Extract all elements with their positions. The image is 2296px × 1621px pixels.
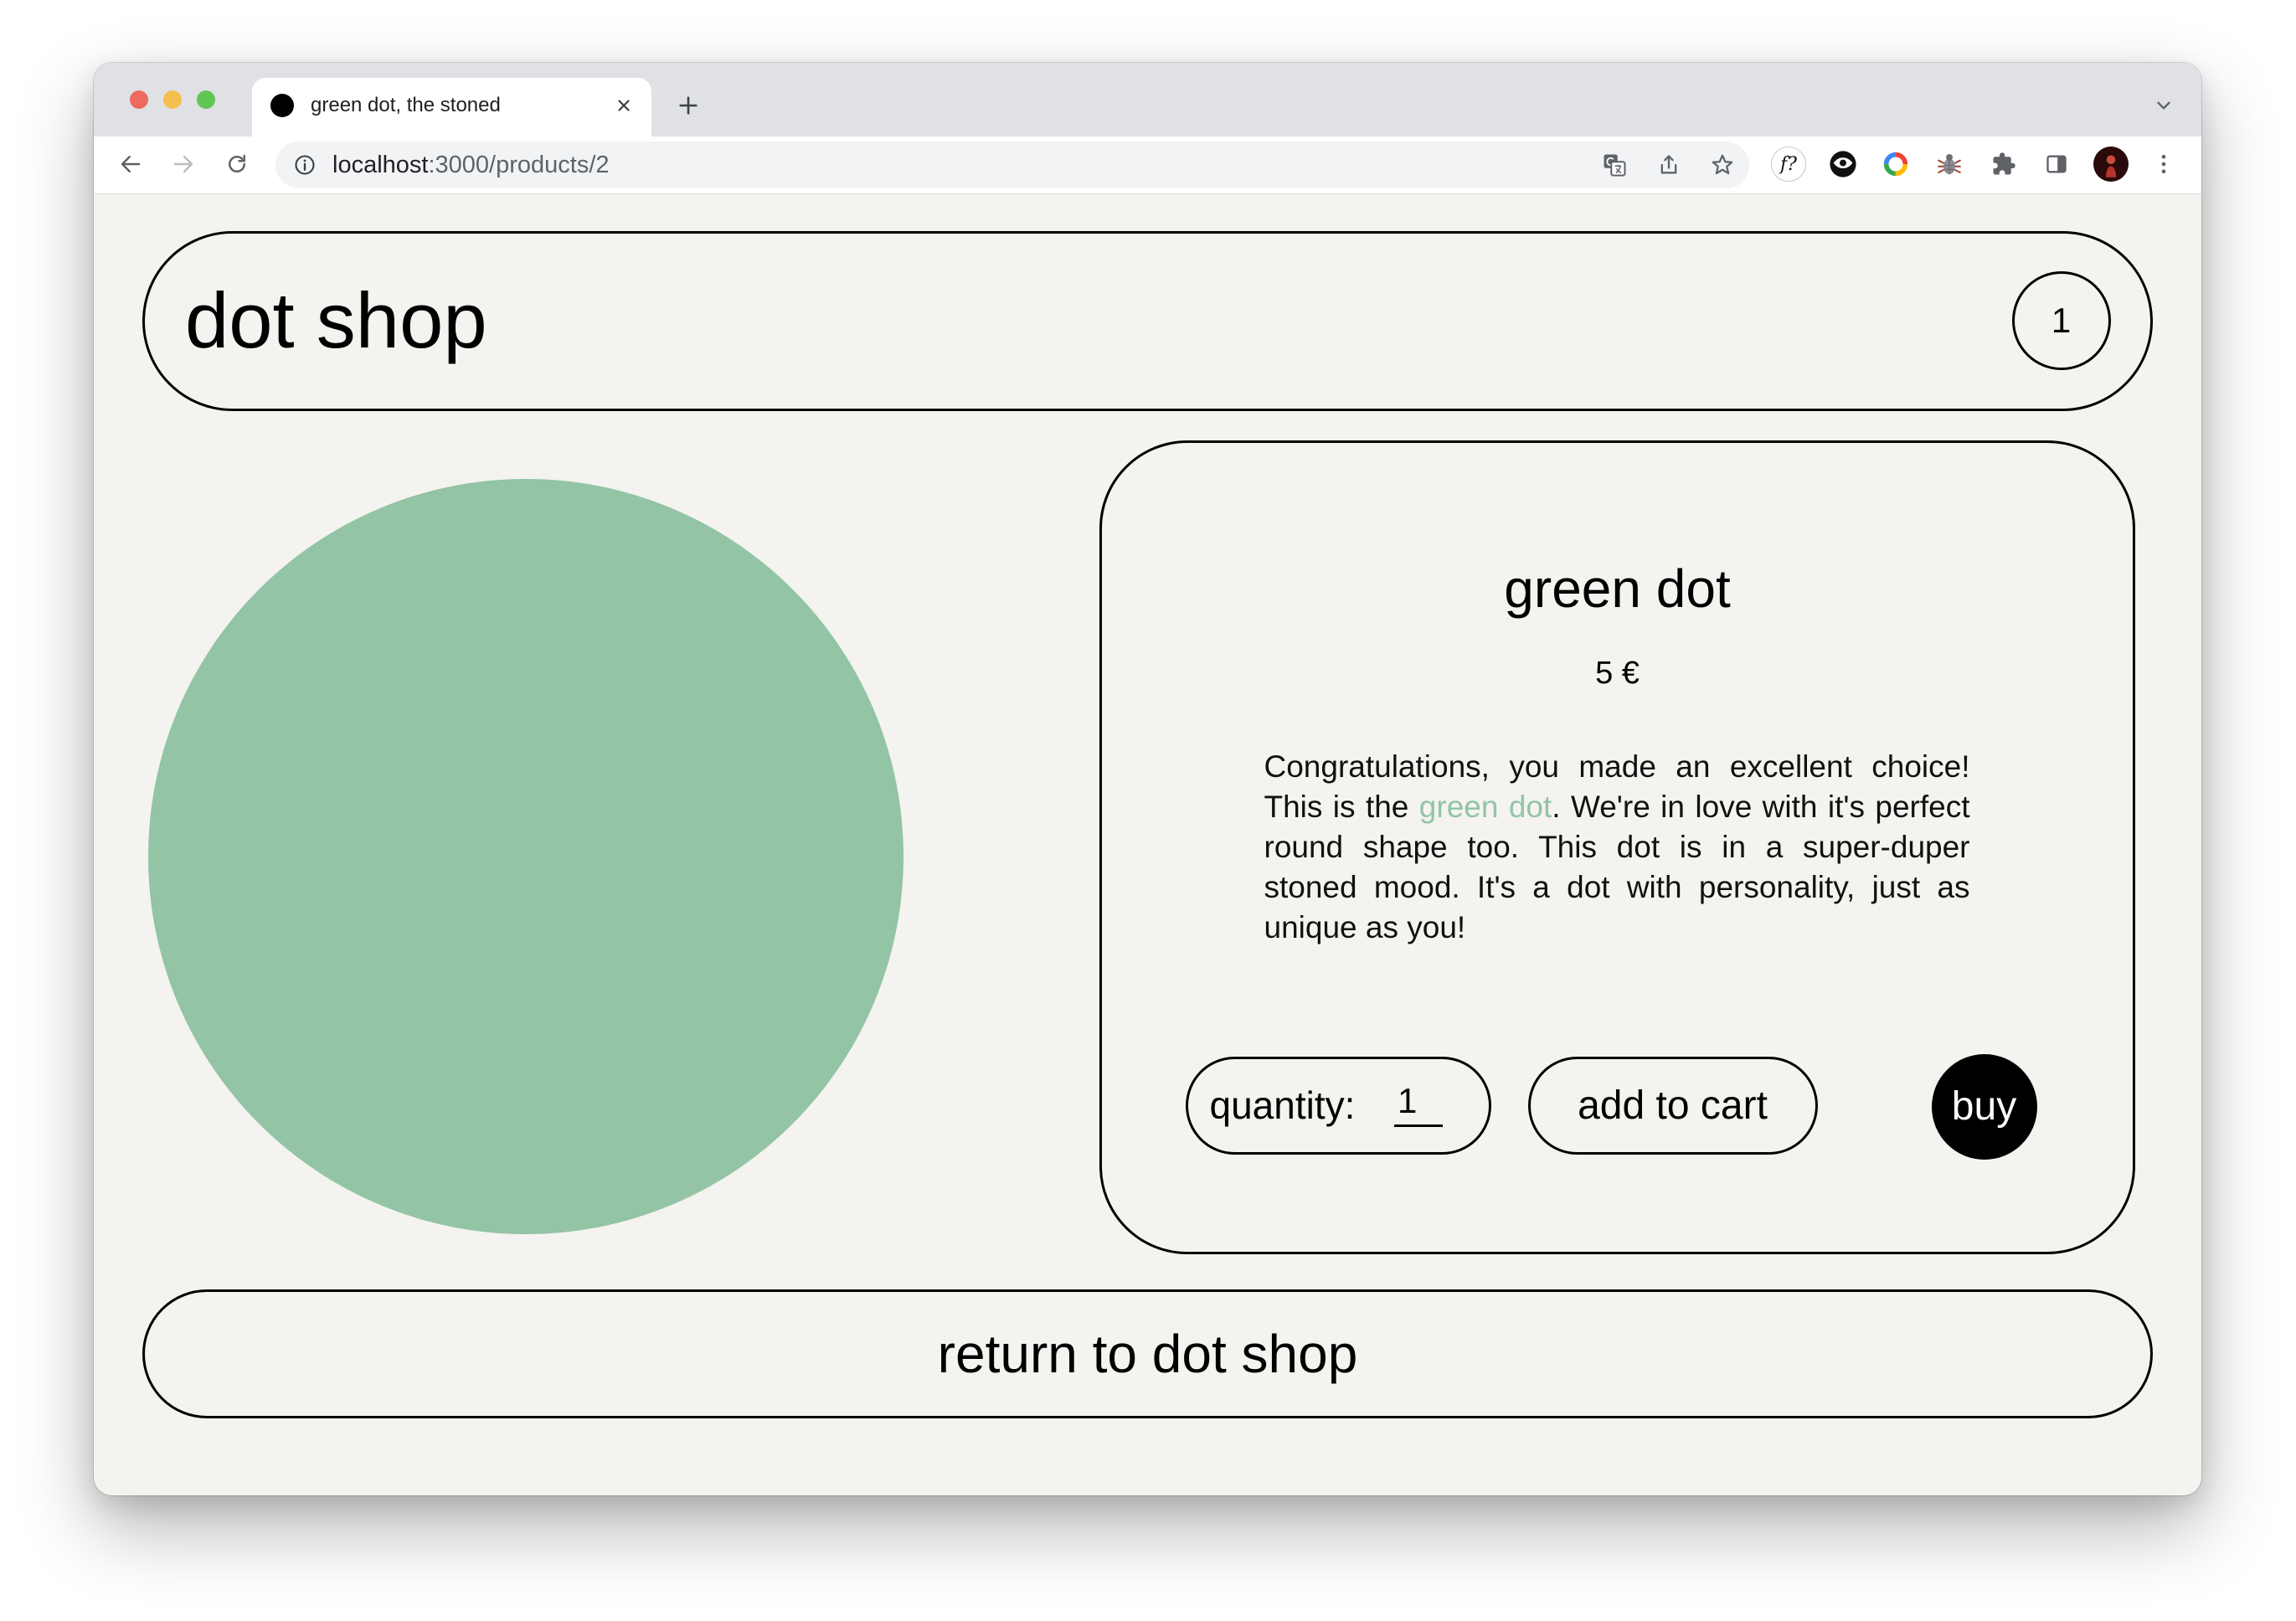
share-button[interactable]: [1655, 151, 1683, 179]
tab-search-button[interactable]: [2150, 92, 2177, 119]
profile-button[interactable]: [2093, 147, 2129, 182]
cart-button[interactable]: 1: [2011, 271, 2111, 370]
color-ring-icon: [1883, 152, 1908, 177]
browser-menu-button[interactable]: [2149, 150, 2178, 178]
description-highlight: green dot: [1418, 789, 1552, 824]
quantity-control: quantity:: [1185, 1056, 1491, 1155]
eye-icon: [1830, 151, 1856, 178]
window-close-button[interactable]: [130, 90, 148, 109]
site-header: dot shop 1: [142, 231, 2153, 411]
browser-window: green dot, the stoned localhost:3000/pro…: [94, 63, 2201, 1495]
translate-button[interactable]: [1600, 151, 1629, 179]
font-inspector-extension[interactable]: f?: [1771, 147, 1806, 182]
product-card: green dot 5 € Congratulations, you made …: [1099, 440, 2135, 1254]
font-inspector-icon: f?: [1780, 153, 1797, 175]
back-button[interactable]: [112, 146, 149, 183]
browser-toolbar: localhost:3000/products/2 f?: [94, 136, 2201, 194]
active-tab[interactable]: green dot, the stoned: [252, 78, 651, 136]
url-path: :3000/products/2: [428, 152, 610, 178]
product-image: [148, 479, 903, 1234]
eye-extension[interactable]: [1829, 150, 1857, 178]
side-panel-icon: [2046, 155, 2067, 173]
forward-button[interactable]: [165, 146, 202, 183]
buy-button[interactable]: buy: [1931, 1053, 2037, 1160]
add-to-cart-button[interactable]: add to cart: [1527, 1056, 1818, 1155]
page-content: dot shop 1 green dot 5 € Congratulations…: [94, 194, 2201, 1495]
quantity-label: quantity:: [1209, 1083, 1356, 1127]
address-bar[interactable]: localhost:3000/products/2: [275, 142, 1749, 188]
site-info-button[interactable]: [291, 151, 319, 179]
translate-icon: [1604, 154, 1626, 177]
bug-extension[interactable]: [1935, 150, 1964, 178]
plus-icon: [679, 96, 698, 115]
share-icon: [1660, 155, 1677, 174]
bookmark-button[interactable]: [1708, 151, 1737, 179]
product-name: green dot: [1504, 558, 1731, 619]
quantity-input[interactable]: [1394, 1078, 1443, 1127]
color-extension[interactable]: [1882, 150, 1910, 178]
new-tab-button[interactable]: [675, 92, 702, 119]
kebab-menu-icon: [2161, 154, 2166, 174]
tab-close-button[interactable]: [610, 92, 637, 119]
product-price: 5 €: [1595, 656, 1640, 691]
bug-icon: [1938, 153, 1961, 175]
puzzle-icon: [1993, 152, 2015, 175]
chevron-down-icon: [2157, 101, 2170, 110]
arrow-left-icon: [121, 156, 141, 172]
info-icon: [295, 155, 315, 175]
reload-button[interactable]: [219, 146, 255, 183]
url-host: localhost: [332, 152, 429, 178]
url-text[interactable]: localhost:3000/products/2: [332, 142, 610, 188]
avatar: [2093, 147, 2129, 182]
close-icon: [618, 100, 630, 111]
star-icon: [1712, 154, 1733, 175]
site-logo[interactable]: dot shop: [185, 234, 487, 408]
arrow-right-icon: [173, 156, 193, 172]
tab-strip: green dot, the stoned: [94, 63, 2201, 136]
window-minimize-button[interactable]: [163, 90, 182, 109]
side-panel-button[interactable]: [2042, 150, 2071, 178]
black-dot-icon: [270, 94, 294, 117]
tab-title: green dot, the stoned: [311, 94, 501, 116]
reload-icon: [229, 154, 245, 172]
extensions-button[interactable]: [1990, 150, 2018, 178]
return-to-shop-link[interactable]: return to dot shop: [142, 1289, 2153, 1418]
window-zoom-button[interactable]: [197, 90, 215, 109]
product-description: Congratulations, you made an excellent c…: [1264, 747, 1970, 948]
